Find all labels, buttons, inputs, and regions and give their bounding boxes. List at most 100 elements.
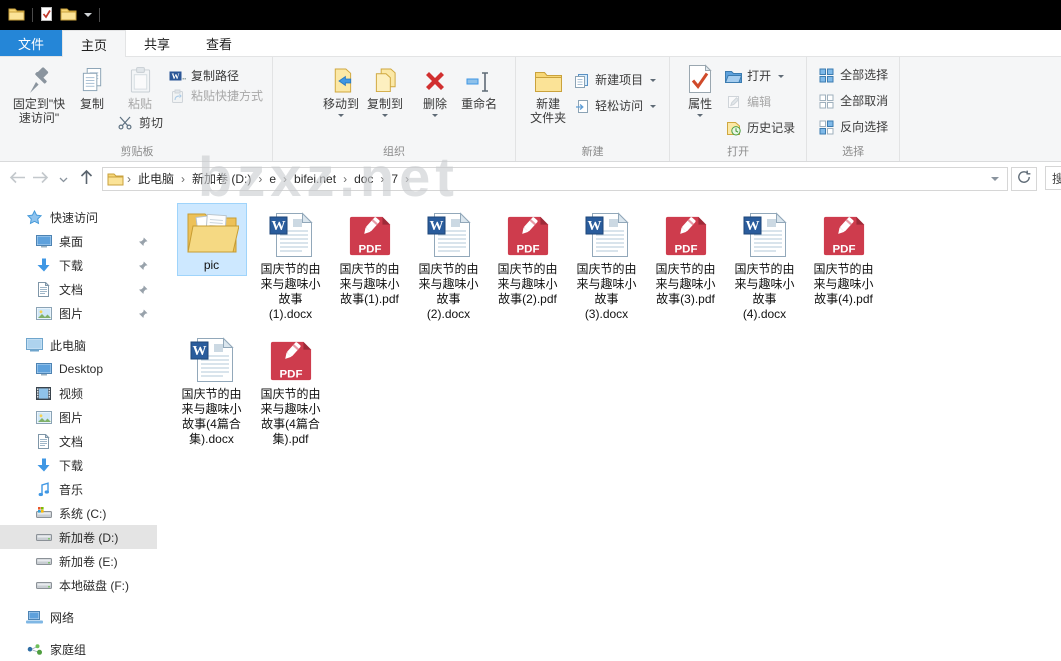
dropdown-caret xyxy=(778,75,784,81)
search-input[interactable]: 搜 xyxy=(1045,166,1061,190)
tab-file[interactable]: 文件 xyxy=(0,30,62,56)
breadcrumb[interactable]: ›此电脑›新加卷 (D:)›e›bifei.net›doc›7› xyxy=(102,167,1008,191)
move-to-button[interactable]: 移动到 xyxy=(319,60,363,122)
invert-selection-button[interactable]: 反向选择 xyxy=(815,117,891,137)
file-pdf-2[interactable]: PDF国庆节的由来与趣味小故事(2).pdf xyxy=(488,203,567,322)
file-name: 国庆节的由来与趣味小故事 (3).docx xyxy=(574,262,640,322)
breadcrumb-item[interactable]: 7 xyxy=(386,171,403,187)
sidebar-item-quick-access[interactable]: 快速访问 xyxy=(0,205,157,229)
sidebar-item-downloads-pinned[interactable]: 下载 xyxy=(0,253,157,277)
folder-icon[interactable] xyxy=(60,7,77,24)
scissors-icon xyxy=(117,116,134,130)
address-bar: ›此电脑›新加卷 (D:)›e›bifei.net›doc›7› 搜 xyxy=(0,162,1061,195)
back-button[interactable] xyxy=(6,167,29,190)
recent-locations-button[interactable] xyxy=(52,167,75,190)
properties-icon[interactable] xyxy=(40,7,53,24)
paste-shortcut-button[interactable]: 粘贴快捷方式 xyxy=(166,86,266,106)
chevron-down-icon[interactable] xyxy=(84,13,92,21)
tab-share[interactable]: 共享 xyxy=(126,30,188,56)
group-label-select: 选择 xyxy=(807,143,899,159)
document-icon xyxy=(34,434,53,449)
file-docx-1[interactable]: W国庆节的由来与趣味小故事 (1).docx xyxy=(251,203,330,322)
sidebar-item-downloads[interactable]: 下载 xyxy=(0,453,157,477)
sidebar-item-documents[interactable]: 文档 xyxy=(0,429,157,453)
ribbon-group-select: 全部选择 全部取消 反向选择 选择 xyxy=(807,57,900,161)
dropdown-caret xyxy=(697,114,703,120)
svg-text:W: W xyxy=(271,219,285,234)
new-item-button[interactable]: 新建项目 xyxy=(570,70,659,90)
copy-to-button[interactable]: 复制到 xyxy=(363,60,407,122)
sidebar-item-desktop[interactable]: Desktop xyxy=(0,357,157,381)
delete-button[interactable]: 删除 xyxy=(413,60,457,122)
file-pdf-1[interactable]: PDF国庆节的由来与趣味小故事(1).pdf xyxy=(330,203,409,322)
download-icon xyxy=(34,458,53,472)
copy-button[interactable]: 复制 xyxy=(70,60,114,113)
sidebar-item-homegroup[interactable]: 家庭组 xyxy=(0,637,157,661)
file-pdf-3[interactable]: PDF国庆节的由来与趣味小故事(3).pdf xyxy=(646,203,725,322)
sidebar-item-label: 新加卷 (E:) xyxy=(59,553,118,570)
forward-button[interactable] xyxy=(29,167,52,190)
select-none-button[interactable]: 全部取消 xyxy=(815,91,891,111)
sidebar-item-label: 音乐 xyxy=(59,481,83,498)
svg-text:PDF: PDF xyxy=(832,243,855,255)
sidebar-item-drive-d[interactable]: 新加卷 (D:) xyxy=(0,525,157,549)
sidebar-item-this-pc[interactable]: 此电脑 xyxy=(0,333,157,357)
sidebar-item-label: 图片 xyxy=(59,305,83,322)
breadcrumb-item[interactable]: e xyxy=(264,171,281,187)
history-button[interactable]: 历史记录 xyxy=(722,118,798,138)
file-name: pic xyxy=(204,258,219,273)
svg-text:W: W xyxy=(745,219,759,234)
paste-button[interactable]: 粘贴 xyxy=(118,60,162,113)
breadcrumb-item[interactable]: 此电脑 xyxy=(133,169,179,188)
file-docx-2[interactable]: W国庆节的由来与趣味小故事 (2).docx xyxy=(409,203,488,322)
properties-button[interactable]: 属性 xyxy=(678,60,722,122)
file-pdf-collection[interactable]: PDF国庆节的由来与趣味小故事(4篇合集).pdf xyxy=(251,328,330,447)
up-button[interactable] xyxy=(75,167,98,190)
separator xyxy=(32,8,33,22)
sidebar-item-label: 本地磁盘 (F:) xyxy=(59,577,129,594)
pin-to-quick-access-button[interactable]: 固定到"快 速访问" xyxy=(8,60,70,127)
navigation-pane: 快速访问桌面下载文档图片此电脑Desktop视频图片文档下载音乐系统 (C:)新… xyxy=(0,195,157,659)
file-docx-collection[interactable]: W国庆节的由来与趣味小故事(4篇合集).docx xyxy=(172,328,251,447)
sidebar-item-label: Desktop xyxy=(59,362,103,376)
sidebar-item-label: 网络 xyxy=(50,609,74,626)
tab-view[interactable]: 查看 xyxy=(188,30,250,56)
sidebar-item-pictures[interactable]: 图片 xyxy=(0,405,157,429)
sidebar-item-drive-f[interactable]: 本地磁盘 (F:) xyxy=(0,573,157,597)
svg-text:PDF: PDF xyxy=(516,243,539,255)
sidebar-item-pictures-pinned[interactable]: 图片 xyxy=(0,301,157,325)
file-pic[interactable]: pic xyxy=(172,203,251,322)
breadcrumb-item[interactable]: bifei.net xyxy=(289,171,341,187)
breadcrumb-item[interactable]: 新加卷 (D:) xyxy=(187,169,256,188)
pdf-document-icon: PDF xyxy=(506,203,550,259)
sidebar-item-network[interactable]: 网络 xyxy=(0,605,157,629)
sidebar-item-desktop-pinned[interactable]: 桌面 xyxy=(0,229,157,253)
refresh-button[interactable] xyxy=(1011,167,1037,191)
sidebar-item-label: 下载 xyxy=(59,257,83,274)
select-all-button[interactable]: 全部选择 xyxy=(815,65,891,85)
new-folder-button[interactable]: 新建 文件夹 xyxy=(526,60,570,127)
easy-access-button[interactable]: 轻松访问 xyxy=(570,96,659,116)
sidebar-item-label: 文档 xyxy=(59,433,83,450)
sidebar-item-videos[interactable]: 视频 xyxy=(0,381,157,405)
rename-button[interactable]: 重命名 xyxy=(457,60,501,113)
file-docx-4[interactable]: W国庆节的由来与趣味小故事 (4).docx xyxy=(725,203,804,322)
forward-icon xyxy=(32,171,49,187)
cut-button[interactable]: 剪切 xyxy=(114,113,166,133)
tab-home[interactable]: 主页 xyxy=(62,30,126,57)
invert-selection-icon xyxy=(818,120,835,135)
sidebar-item-drive-e[interactable]: 新加卷 (E:) xyxy=(0,549,157,573)
file-docx-3[interactable]: W国庆节的由来与趣味小故事 (3).docx xyxy=(567,203,646,322)
file-pdf-4[interactable]: PDF国庆节的由来与趣味小故事(4).pdf xyxy=(804,203,883,322)
pdf-document-icon: PDF xyxy=(269,328,313,384)
breadcrumb-item[interactable]: doc xyxy=(349,171,378,187)
edit-button[interactable]: 编辑 xyxy=(722,92,774,112)
address-dropdown-icon[interactable] xyxy=(991,177,999,185)
sidebar-item-music[interactable]: 音乐 xyxy=(0,477,157,501)
open-button[interactable]: 打开 xyxy=(722,66,787,86)
sidebar-item-documents-pinned[interactable]: 文档 xyxy=(0,277,157,301)
sidebar-item-drive-c[interactable]: 系统 (C:) xyxy=(0,501,157,525)
copy-path-button[interactable]: W 复制路径 xyxy=(166,66,242,86)
folder-icon[interactable] xyxy=(8,7,25,24)
desktop-icon xyxy=(34,234,53,248)
